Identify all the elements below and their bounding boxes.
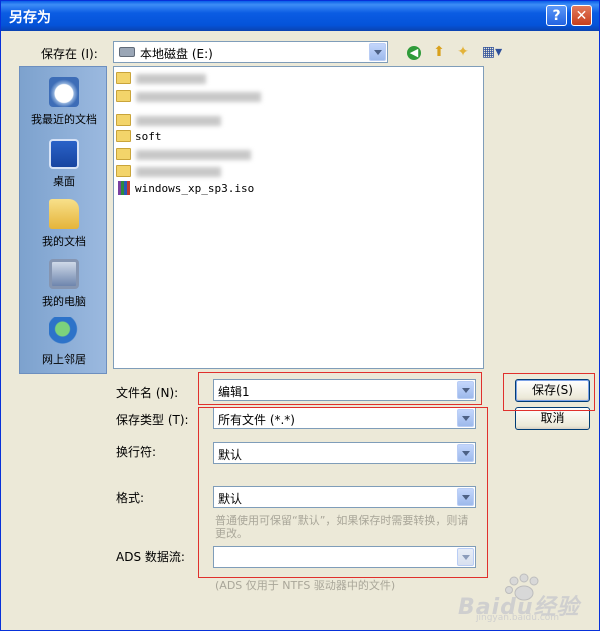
places-bar: 我最近的文档 桌面 我的文档 我的电脑 网上邻居 bbox=[19, 66, 107, 374]
highlight-box-filename bbox=[198, 372, 482, 405]
place-label: 我的电脑 bbox=[42, 295, 86, 308]
ads-hint: (ADS 仅用于 NTFS 驱动器中的文件) bbox=[215, 579, 396, 592]
list-item[interactable] bbox=[116, 147, 416, 163]
folder-icon bbox=[116, 165, 131, 177]
desktop-icon bbox=[49, 139, 79, 169]
place-label: 我最近的文档 bbox=[31, 113, 97, 126]
blurred-name bbox=[136, 150, 251, 160]
filename-label: 文件名 (N): bbox=[116, 386, 179, 400]
highlight-box-save bbox=[503, 373, 595, 411]
folder-icon bbox=[116, 90, 131, 102]
my-documents-icon bbox=[49, 199, 79, 229]
place-desktop[interactable]: 桌面 bbox=[20, 139, 108, 189]
window-title: 另存为 bbox=[9, 10, 51, 26]
archive-file-icon bbox=[118, 181, 130, 195]
blurred-name bbox=[136, 74, 206, 84]
folder-icon bbox=[116, 72, 131, 84]
place-label: 网上邻居 bbox=[42, 353, 86, 366]
place-network[interactable]: 网上邻居 bbox=[20, 317, 108, 367]
ads-label: ADS 数据流: bbox=[116, 550, 185, 564]
folder-icon bbox=[116, 130, 131, 142]
drive-icon bbox=[119, 47, 135, 57]
back-icon[interactable]: ◀ bbox=[404, 42, 424, 62]
folder-icon bbox=[116, 114, 131, 126]
list-item[interactable] bbox=[116, 113, 416, 129]
place-recent-documents[interactable]: 我最近的文档 bbox=[20, 77, 108, 127]
save-in-dropdown-arrow[interactable] bbox=[369, 43, 386, 61]
save-in-value: 本地磁盘 (E:) bbox=[140, 47, 213, 61]
close-button[interactable]: ✕ bbox=[571, 5, 592, 26]
blurred-name bbox=[136, 167, 221, 177]
list-item[interactable] bbox=[116, 164, 416, 180]
list-item[interactable]: windows_xp_sp3.iso bbox=[116, 181, 416, 197]
place-my-documents[interactable]: 我的文档 bbox=[20, 199, 108, 249]
title-bar[interactable]: 另存为 ? ✕ bbox=[1, 1, 599, 31]
save-in-combobox[interactable]: 本地磁盘 (E:) bbox=[113, 41, 388, 63]
view-menu-icon[interactable]: ▦▾ bbox=[479, 42, 505, 62]
my-computer-icon bbox=[49, 259, 79, 289]
highlight-box-options bbox=[198, 407, 488, 578]
place-label: 桌面 bbox=[53, 175, 75, 188]
format-label: 格式: bbox=[116, 491, 145, 505]
save-in-label: 保存在 (I): bbox=[41, 47, 98, 61]
recent-documents-icon bbox=[49, 77, 79, 107]
list-item[interactable]: soft bbox=[116, 129, 416, 145]
baidu-watermark: Baidu经验 jingyan.baidu.com bbox=[456, 571, 596, 626]
blurred-name bbox=[136, 116, 221, 126]
up-folder-icon[interactable]: ⬆ bbox=[429, 42, 449, 62]
list-item[interactable] bbox=[116, 89, 416, 105]
file-name: soft bbox=[135, 130, 162, 143]
file-name: windows_xp_sp3.iso bbox=[135, 182, 255, 195]
blurred-name bbox=[136, 92, 261, 102]
place-my-computer[interactable]: 我的电脑 bbox=[20, 259, 108, 309]
help-button[interactable]: ? bbox=[546, 5, 567, 26]
folder-icon bbox=[116, 148, 131, 160]
linebreak-label: 换行符: bbox=[116, 445, 157, 459]
new-folder-icon[interactable]: ✦ bbox=[453, 42, 473, 62]
network-places-icon bbox=[49, 317, 79, 347]
list-item[interactable] bbox=[116, 71, 416, 87]
watermark-subtext: jingyan.baidu.com bbox=[476, 613, 560, 623]
save-as-dialog: 另存为 ? ✕ 保存在 (I): 本地磁盘 (E:) ◀ ⬆ ✦ ▦▾ 我最近的… bbox=[0, 0, 600, 631]
place-label: 我的文档 bbox=[42, 235, 86, 248]
filetype-label: 保存类型 (T): bbox=[116, 413, 189, 427]
file-list[interactable]: soft windows_xp_sp3.iso bbox=[113, 66, 484, 369]
